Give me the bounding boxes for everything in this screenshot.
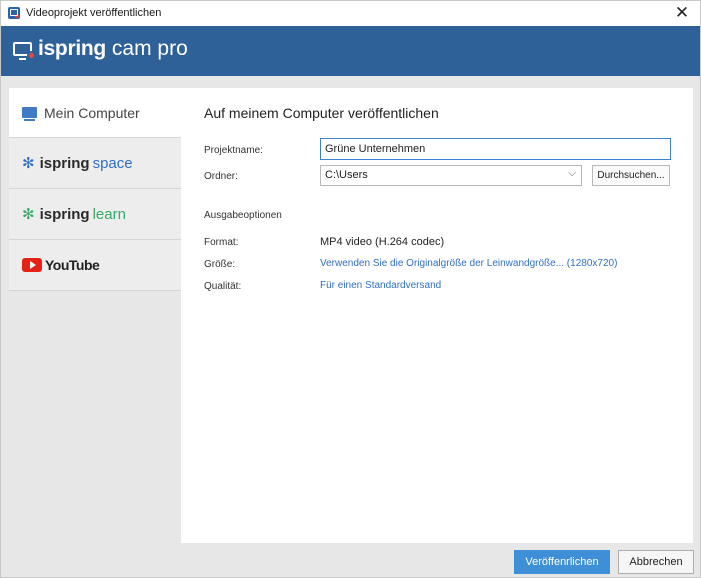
dialog-footer: Veröffenrlichen Abbrechen [1, 546, 700, 577]
folder-value: C:\Users [325, 169, 368, 181]
ispring-burst-icon: ✻ [22, 205, 35, 223]
folder-select[interactable]: C:\Users ⌵ [320, 165, 582, 186]
ispring-space-product: space [92, 154, 133, 172]
brand-header: ispring cam pro [1, 26, 700, 76]
ispring-learn-product: learn [92, 205, 126, 223]
panel-title: Auf meinem Computer veröffentlichen [204, 105, 439, 121]
project-name-input[interactable]: Grüne Unternehmen [320, 138, 671, 160]
publish-settings-panel: Auf meinem Computer veröffentlichen Proj… [181, 88, 693, 543]
sidebar-item-ispring-space[interactable]: ✻ ispring space [9, 138, 181, 189]
publish-button[interactable]: Veröffenrlichen [514, 550, 610, 574]
logo-product: cam pro [111, 37, 188, 60]
cancel-button[interactable]: Abbrechen [618, 550, 694, 574]
format-label: Format: [204, 237, 239, 248]
size-label: Größe: [204, 259, 236, 270]
window-title: Videoprojekt veröffentlichen [26, 7, 162, 19]
output-options-heading: Ausgabeoptionen [204, 210, 282, 221]
quality-label: Qualität: [204, 281, 242, 292]
publish-dialog: Videoprojekt veröffentlichen ✕ ispring c… [0, 0, 701, 578]
ispring-cam-pro-logo: ispring cam pro [13, 37, 188, 61]
folder-label: Ordner: [204, 171, 238, 182]
publish-target-list: Mein Computer ✻ ispring space ✻ ispring … [9, 88, 181, 291]
title-bar: Videoprojekt veröffentlichen ✕ [1, 1, 700, 26]
ispring-burst-icon: ✻ [22, 154, 35, 172]
format-value: MP4 video (H.264 codec) [320, 236, 445, 248]
sidebar-item-youtube[interactable]: YouTube [9, 240, 181, 291]
size-link[interactable]: Verwenden Sie die Originalgröße der Lein… [320, 258, 617, 269]
monitor-icon [22, 107, 37, 121]
dialog-body: Mein Computer ✻ ispring space ✻ ispring … [1, 76, 700, 546]
youtube-logo: YouTube [22, 257, 100, 273]
quality-link[interactable]: Für einen Standardversand [320, 280, 441, 291]
sidebar-item-ispring-learn[interactable]: ✻ ispring learn [9, 189, 181, 240]
youtube-icon [22, 258, 42, 272]
ispring-space-brand: ispring [39, 154, 90, 172]
browse-button[interactable]: Durchsuchen... [592, 165, 670, 186]
close-icon[interactable]: ✕ [673, 3, 691, 23]
monitor-record-icon [13, 42, 36, 60]
sidebar-item-label: Mein Computer [44, 104, 140, 121]
project-name-label: Projektname: [204, 145, 263, 156]
app-icon [8, 7, 20, 19]
chevron-down-icon: ⌵ [568, 168, 576, 179]
ispring-learn-brand: ispring [39, 205, 90, 223]
sidebar-item-my-computer[interactable]: Mein Computer [9, 88, 181, 138]
youtube-label: YouTube [45, 257, 100, 273]
logo-brand: ispring [38, 37, 106, 60]
